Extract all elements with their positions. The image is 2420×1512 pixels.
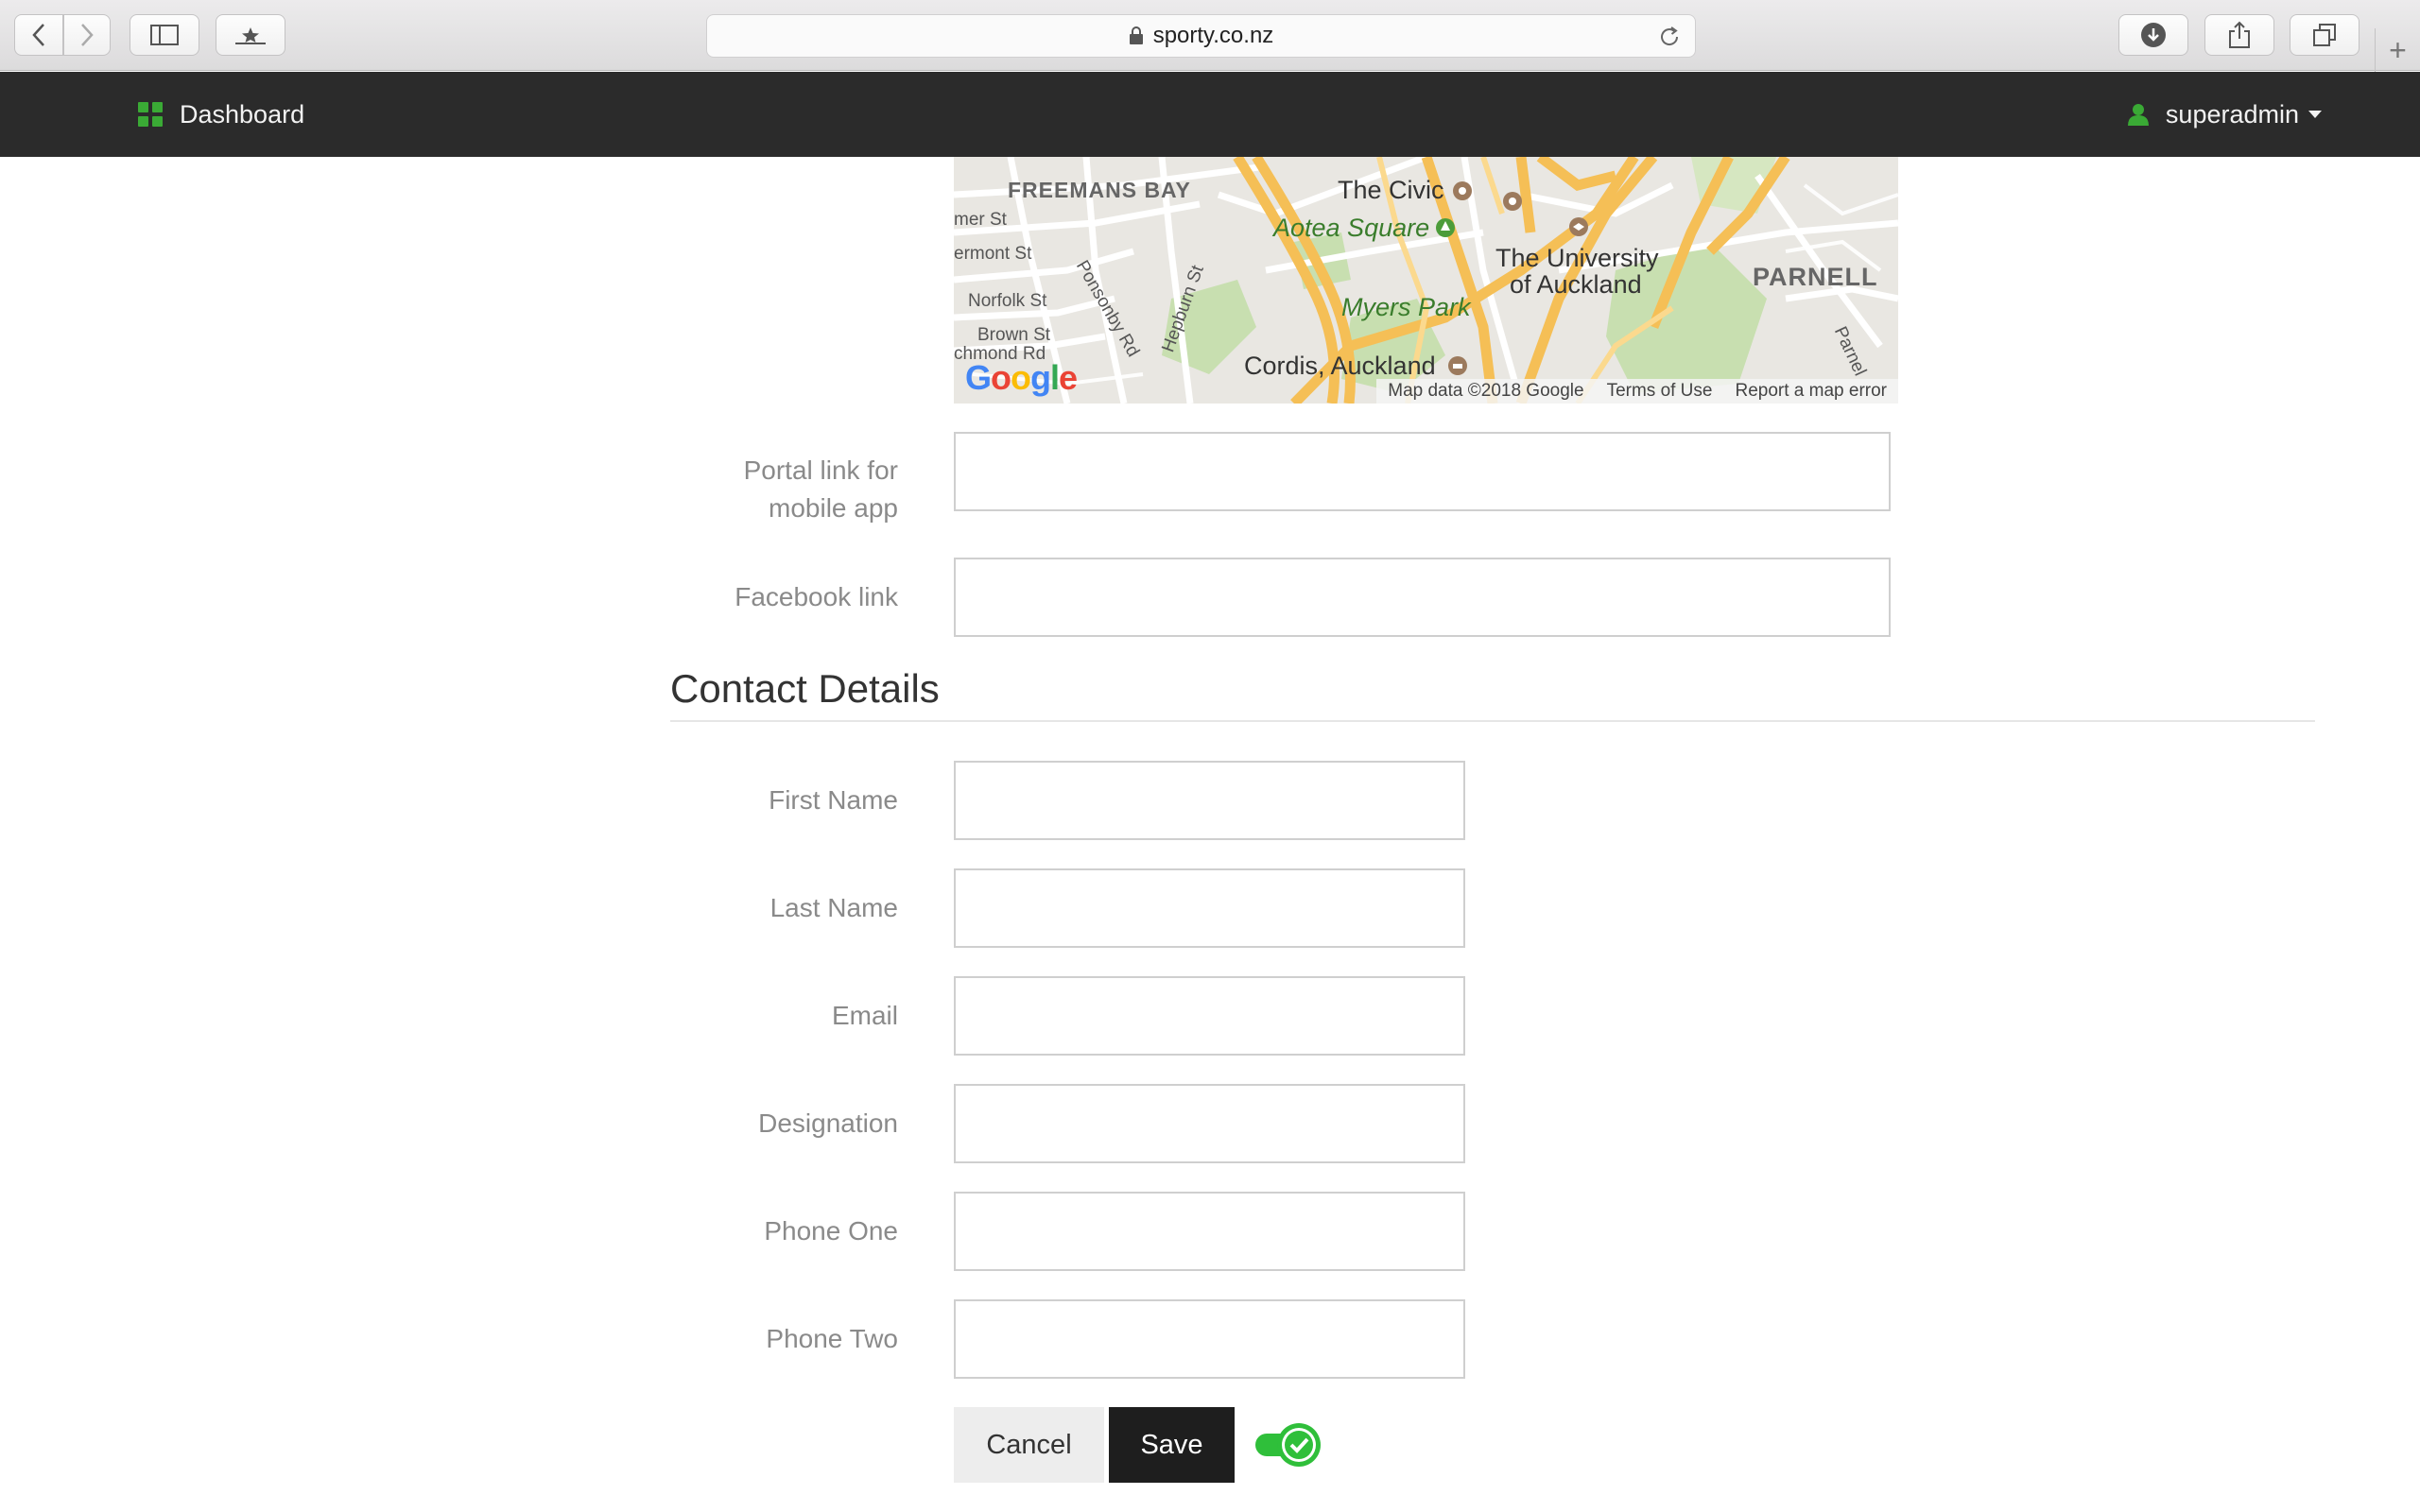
downloads-button[interactable]	[2118, 14, 2188, 56]
save-button[interactable]: Save	[1109, 1407, 1235, 1483]
dashboard-label: Dashboard	[180, 99, 305, 129]
user-icon	[2127, 104, 2149, 126]
map-label: of Auckland	[1510, 270, 1642, 299]
poi-icon	[1503, 192, 1522, 211]
dashboard-link[interactable]: Dashboard	[138, 72, 304, 157]
app-navbar: Dashboard superadmin	[0, 72, 2420, 157]
browser-toolbar: sporty.co.nz +	[0, 0, 2420, 72]
google-logo: Google	[965, 358, 1078, 397]
map-label: Cordis, Auckland	[1244, 352, 1436, 380]
map-label: ermont St	[954, 244, 1032, 264]
url-text: sporty.co.nz	[1152, 23, 1274, 48]
portal-link-input[interactable]	[954, 432, 1891, 511]
chevron-left-icon	[32, 24, 44, 46]
phone-two-label: Phone Two	[766, 1324, 898, 1353]
terms-link[interactable]: Terms of Use	[1607, 381, 1713, 402]
sidebar-toggle-button[interactable]	[130, 14, 199, 56]
caret-down-icon	[2308, 111, 2322, 118]
facebook-link-label: Facebook link	[735, 582, 898, 611]
back-button[interactable]	[14, 14, 63, 56]
lock-icon	[1129, 26, 1143, 44]
first-name-input[interactable]	[954, 761, 1465, 840]
section-divider	[670, 720, 2315, 722]
first-name-label: First Name	[769, 785, 898, 815]
portal-link-label: Portal link for mobile app	[743, 455, 898, 523]
poi-icon	[1569, 217, 1588, 236]
map-label: The University	[1495, 244, 1659, 272]
tabs-overview-button[interactable]	[2290, 14, 2360, 56]
map-label: Norfolk St	[968, 291, 1047, 311]
map-data-text: Map data ©2018 Google	[1388, 381, 1584, 401]
map-label: Aotea Square	[1273, 214, 1430, 242]
phone-one-label: Phone One	[764, 1216, 898, 1246]
address-bar[interactable]: sporty.co.nz	[706, 14, 1696, 58]
phone-one-input[interactable]	[954, 1192, 1465, 1271]
last-name-label: Last Name	[769, 893, 898, 922]
email-label: Email	[831, 1001, 898, 1030]
section-title: Contact Details	[670, 666, 940, 711]
user-menu[interactable]: superadmin	[2127, 72, 2322, 157]
dashboard-icon	[138, 102, 163, 127]
status-toggle[interactable]	[1253, 1420, 1325, 1469]
designation-input[interactable]	[954, 1084, 1465, 1163]
hotel-icon	[1448, 356, 1467, 375]
map-label: Brown St	[977, 325, 1051, 345]
tabs-icon	[2313, 24, 2336, 46]
user-label: superadmin	[2165, 99, 2299, 129]
plus-icon: +	[2389, 32, 2407, 67]
facebook-link-input[interactable]	[954, 558, 1891, 637]
designation-label: Designation	[758, 1108, 898, 1138]
forward-button[interactable]	[63, 14, 111, 56]
bookmarks-button[interactable]	[216, 14, 285, 56]
reload-icon[interactable]	[1657, 25, 1682, 49]
park-icon	[1436, 218, 1455, 237]
map-label: PARNELL	[1753, 263, 1878, 291]
last-name-input[interactable]	[954, 868, 1465, 948]
poi-icon	[1453, 181, 1472, 200]
chevron-right-icon	[81, 24, 94, 46]
cancel-button[interactable]: Cancel	[954, 1407, 1104, 1483]
bookmarks-icon	[235, 27, 266, 44]
share-button[interactable]	[2204, 14, 2274, 56]
map-label: Myers Park	[1341, 293, 1471, 321]
report-map-error-link[interactable]: Report a map error	[1735, 381, 1887, 402]
new-tab-button[interactable]: +	[2375, 28, 2420, 72]
map-label: The Civic	[1338, 176, 1444, 204]
email-input[interactable]	[954, 976, 1465, 1056]
map-label: mer St	[954, 210, 1007, 230]
location-map[interactable]: FREEMANS BAY The Civic Aotea Square The …	[954, 157, 1898, 404]
map-footer: Map data ©2018 Google Terms of Use Repor…	[1376, 379, 1898, 404]
map-label: FREEMANS BAY	[1008, 178, 1191, 202]
share-icon	[2229, 21, 2250, 48]
download-icon	[2141, 23, 2166, 47]
phone-two-input[interactable]	[954, 1299, 1465, 1379]
sidebar-icon	[150, 25, 179, 45]
